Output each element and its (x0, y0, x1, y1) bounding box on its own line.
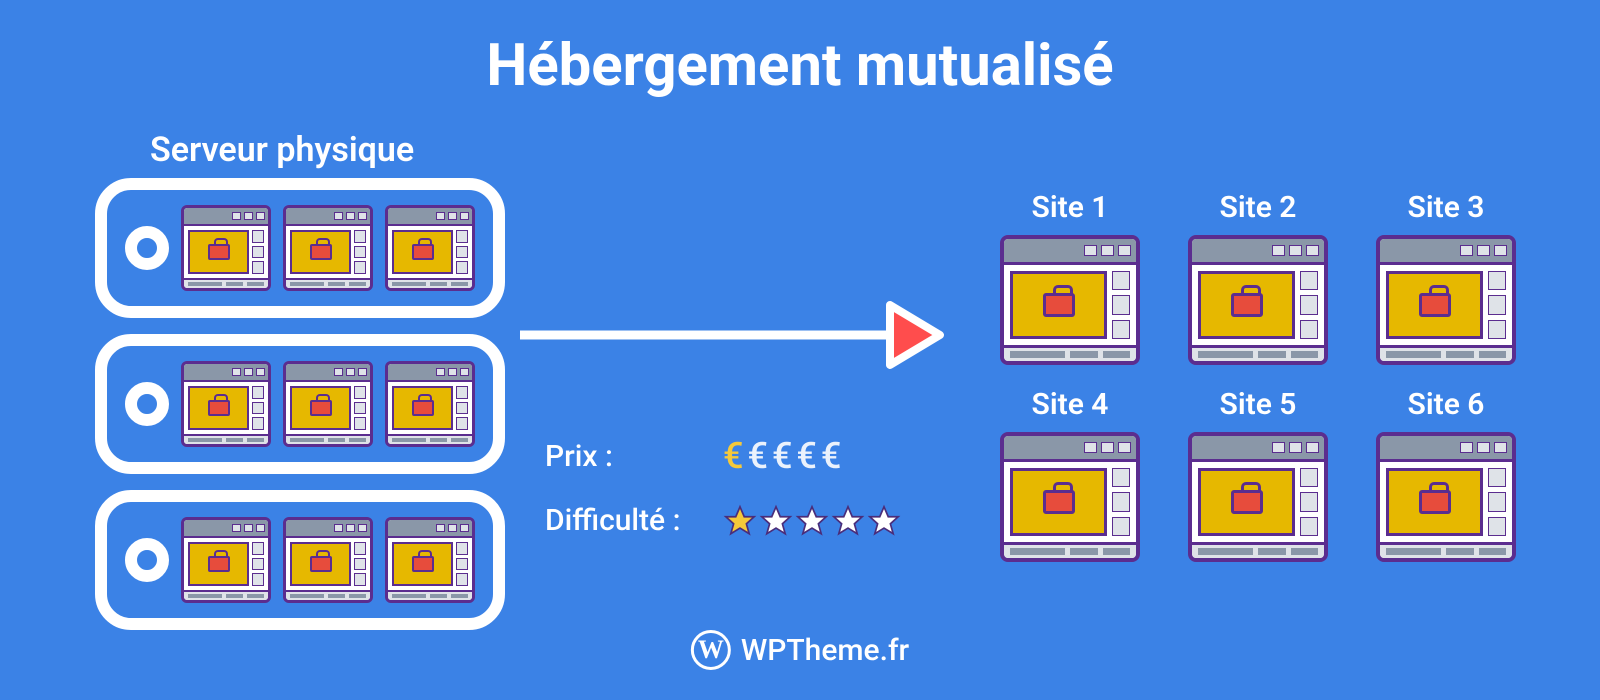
site-window-icon (385, 205, 475, 291)
difficulty-label: Difficulté : (545, 503, 705, 538)
site-window-icon (385, 361, 475, 447)
site-cell: Site 5 (1178, 387, 1338, 562)
briefcase-icon (310, 400, 332, 416)
site-window-icon (1000, 432, 1140, 562)
site-window-icon (181, 361, 271, 447)
metrics-block: Prix : €€€€€ Difficulté : (545, 435, 901, 564)
briefcase-icon (1043, 293, 1075, 317)
site-window-icon (181, 205, 271, 291)
site-window-icon (385, 517, 475, 603)
star-icon (795, 504, 829, 538)
briefcase-icon (412, 244, 434, 260)
site-window-icon (283, 205, 373, 291)
site-window-icon (1376, 432, 1516, 562)
price-label: Prix : (545, 439, 705, 474)
briefcase-icon (412, 400, 434, 416)
site-window-icon (1188, 432, 1328, 562)
briefcase-icon (208, 244, 230, 260)
rack-unit (95, 334, 505, 474)
briefcase-icon (310, 244, 332, 260)
briefcase-icon (310, 556, 332, 572)
site-label: Site 5 (1178, 387, 1338, 422)
arrow-icon (520, 300, 950, 370)
euro-icon: € (723, 435, 743, 477)
site-window-icon (283, 517, 373, 603)
footer-brand: W WPTheme.fr (691, 630, 909, 670)
server-rack (95, 178, 505, 646)
briefcase-icon (208, 556, 230, 572)
site-label: Site 3 (1366, 190, 1526, 225)
site-label: Site 6 (1366, 387, 1526, 422)
brand-text: WPTheme.fr (741, 633, 909, 668)
site-cell: Site 3 (1366, 190, 1526, 365)
briefcase-icon (1419, 293, 1451, 317)
site-window-icon (283, 361, 373, 447)
briefcase-icon (412, 556, 434, 572)
site-label: Site 2 (1178, 190, 1338, 225)
difficulty-rating (723, 504, 901, 538)
rack-led-icon (125, 538, 169, 582)
site-window-icon (181, 517, 271, 603)
briefcase-icon (1231, 293, 1263, 317)
euro-icon: € (747, 435, 767, 477)
euro-icon: € (796, 435, 816, 477)
star-icon (867, 504, 901, 538)
site-cell: Site 6 (1366, 387, 1526, 562)
briefcase-icon (1043, 490, 1075, 514)
briefcase-icon (1231, 490, 1263, 514)
site-window-icon (1000, 235, 1140, 365)
star-icon (723, 504, 757, 538)
site-window-icon (1188, 235, 1328, 365)
page-title: Hébergement mutualisé (0, 0, 1600, 100)
price-rating: €€€€€ (723, 435, 841, 477)
euro-icon: € (772, 435, 792, 477)
wordpress-icon: W (691, 630, 731, 670)
rack-led-icon (125, 382, 169, 426)
briefcase-icon (208, 400, 230, 416)
site-cell: Site 2 (1178, 190, 1338, 365)
rack-led-icon (125, 226, 169, 270)
difficulty-row: Difficulté : (545, 503, 901, 538)
site-label: Site 1 (990, 190, 1150, 225)
euro-icon: € (821, 435, 841, 477)
sites-grid: Site 1 Site 2 Site 3 Site 4 Site 5 Site 6 (990, 190, 1526, 562)
rack-unit (95, 490, 505, 630)
star-icon (759, 504, 793, 538)
price-row: Prix : €€€€€ (545, 435, 901, 477)
site-label: Site 4 (990, 387, 1150, 422)
star-icon (831, 504, 865, 538)
site-window-icon (1376, 235, 1516, 365)
server-label: Serveur physique (150, 130, 414, 170)
rack-unit (95, 178, 505, 318)
site-cell: Site 1 (990, 190, 1150, 365)
site-cell: Site 4 (990, 387, 1150, 562)
briefcase-icon (1419, 490, 1451, 514)
